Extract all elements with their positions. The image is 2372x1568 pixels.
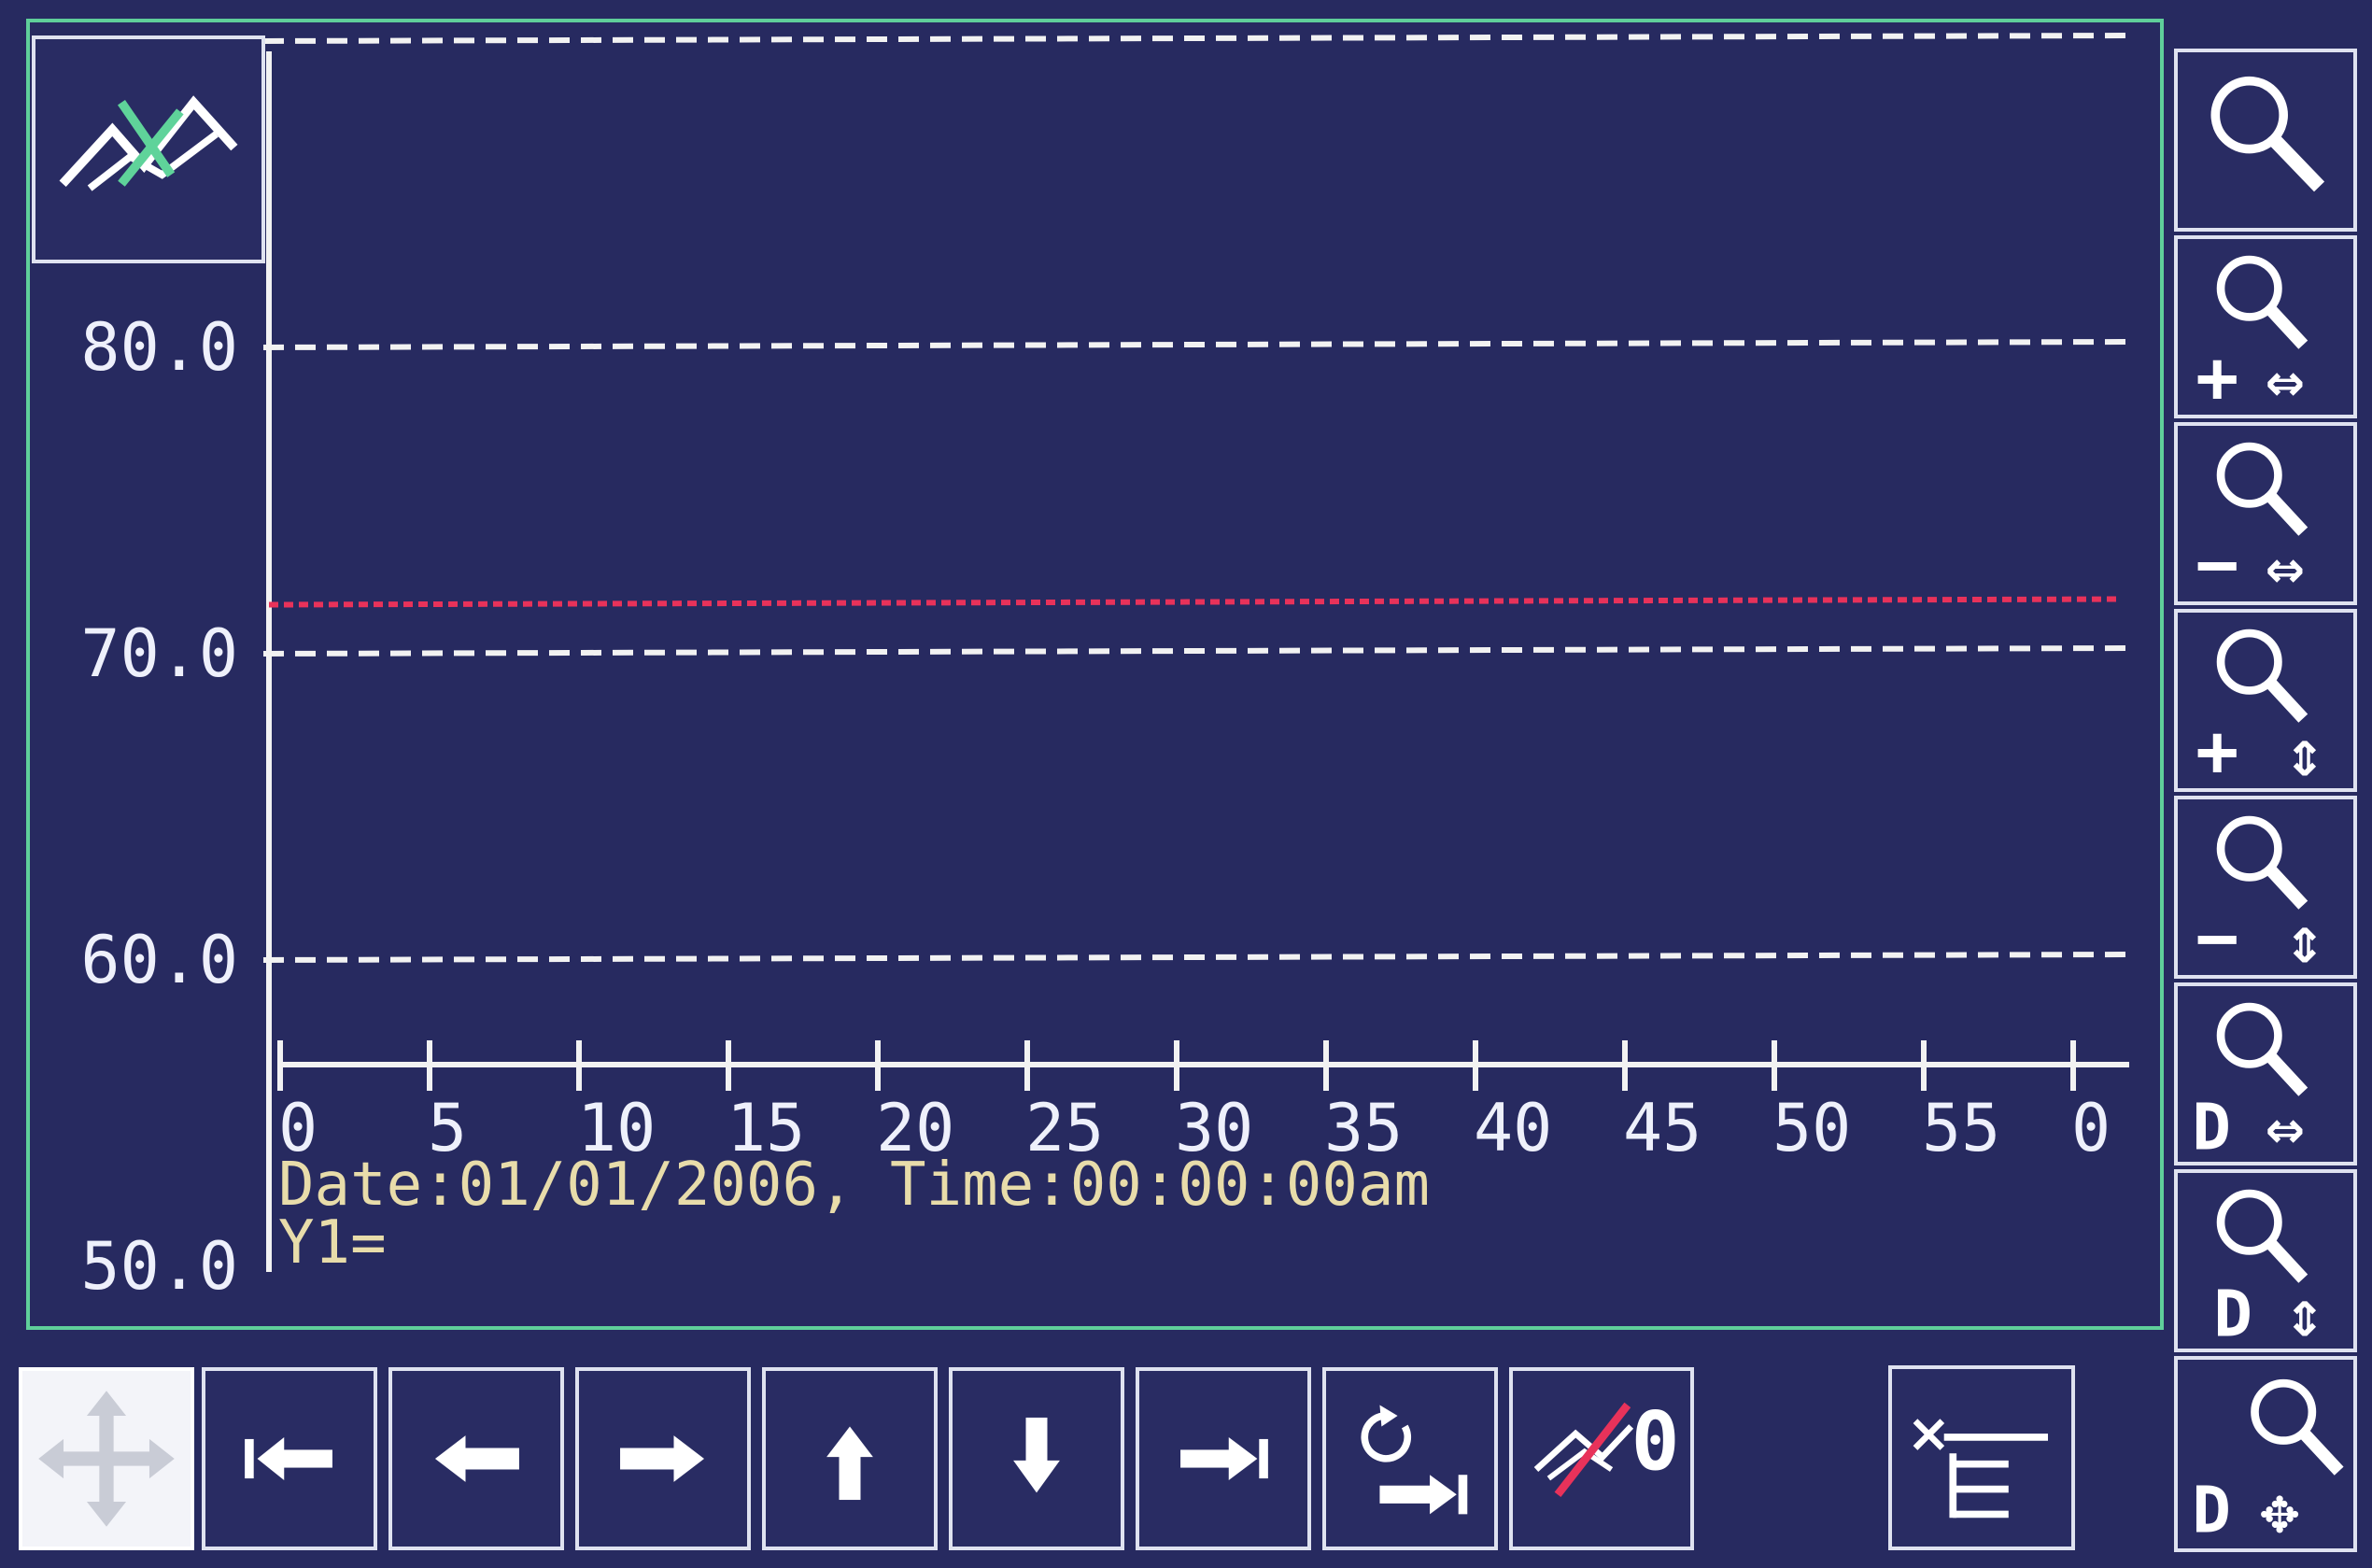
reset-to-end-icon <box>1361 1405 1468 1515</box>
cursor-select-icon <box>1913 1419 2049 1519</box>
default-zoom-vertical-icon: D ⇕ <box>2213 1189 2324 1349</box>
up-arrow-icon <box>826 1426 873 1501</box>
y-tick-label: 50.0 <box>80 1228 238 1305</box>
svg-text:⇔: ⇔ <box>2266 1091 2305 1162</box>
zoom-out-vertical-button[interactable]: − ⇕ <box>2174 796 2357 979</box>
svg-text:⇕: ⇕ <box>2285 904 2324 975</box>
zoom-in-horizontal-icon: + ⇔ <box>2196 255 2308 415</box>
svg-text:⇕: ⇕ <box>2285 717 2324 788</box>
svg-text:0: 0 <box>1631 1396 1680 1490</box>
svg-text:D: D <box>2192 1091 2231 1162</box>
last-icon <box>1180 1437 1268 1480</box>
clear-trend-button[interactable]: 0 <box>1509 1367 1694 1550</box>
x-tick-label: 40 <box>1474 1090 1552 1166</box>
zoom-out-vertical-icon: − ⇕ <box>2196 815 2324 975</box>
svg-text:⇔: ⇔ <box>2266 530 2305 601</box>
gridlines <box>262 33 2128 963</box>
pan-icon <box>38 1391 175 1527</box>
x-axis-ticks: 0 5 10 15 20 25 30 35 40 45 50 55 0 <box>277 1040 2111 1166</box>
svg-text:+: + <box>2196 337 2238 415</box>
down-arrow-icon <box>1013 1417 1060 1493</box>
default-zoom-vertical-button[interactable]: D ⇕ <box>2174 1169 2357 1352</box>
x-tick-label: 0 <box>2071 1090 2111 1166</box>
pan-button[interactable] <box>19 1367 194 1550</box>
left-arrow-icon <box>434 1435 519 1482</box>
right-arrow-icon <box>620 1435 705 1482</box>
zoom-out-horizontal-button[interactable]: − ⇔ <box>2174 422 2357 605</box>
x-tick-label: 45 <box>1623 1090 1701 1166</box>
svg-text:D: D <box>2192 1473 2231 1547</box>
y-axis-ticks: 80.0 70.0 60.0 50.0 <box>80 309 238 1305</box>
svg-text:D: D <box>2213 1278 2252 1349</box>
cursor-select-button[interactable] <box>1888 1365 2075 1550</box>
svg-text:✥: ✥ <box>2260 1473 2299 1547</box>
zoom-in-vertical-button[interactable]: + ⇕ <box>2174 609 2357 792</box>
svg-text:−: − <box>2196 897 2238 975</box>
default-zoom-both-icon: D ✥ <box>2192 1378 2344 1547</box>
left-button[interactable] <box>388 1367 564 1550</box>
trend-display-icon <box>59 95 238 191</box>
clear-trend-icon: 0 <box>1533 1396 1680 1498</box>
gridline <box>262 645 2128 657</box>
svg-text:−: − <box>2196 524 2238 601</box>
datetime-readout: Date:01/01/2006, Time:00:00:00am <box>278 1151 1430 1220</box>
reset-to-end-button[interactable] <box>1322 1367 1498 1550</box>
zoom-in-horizontal-button[interactable]: + ⇔ <box>2174 235 2357 418</box>
svg-text:⇕: ⇕ <box>2285 1278 2324 1349</box>
x-tick-label: 55 <box>1922 1090 2000 1166</box>
cursor-value-readout: Y1= <box>278 1208 387 1278</box>
trend-screen: 80.0 70.0 60.0 50.0 0 5 10 15 20 25 30 35 40 45 50 55 0… <box>0 0 2372 1568</box>
setpoint-line-group <box>268 596 2121 608</box>
zoom-in-vertical-icon: + ⇕ <box>2196 629 2324 788</box>
right-button[interactable] <box>575 1367 751 1550</box>
zoom-icon <box>2210 76 2325 192</box>
first-button[interactable] <box>202 1367 377 1550</box>
default-zoom-horizontal-button[interactable]: D ⇔ <box>2174 982 2357 1165</box>
gridline <box>262 339 2128 350</box>
svg-text:+: + <box>2196 711 2238 788</box>
trend-display-button[interactable] <box>32 35 265 263</box>
setpoint-line <box>268 596 2121 608</box>
gridline <box>262 33 2128 44</box>
gridline <box>262 952 2128 963</box>
trend-chart: 80.070.060.050.0 0 5 10 15 20 25 30 35 40 45 50 55 0… <box>26 19 2164 1330</box>
default-zoom-horizontal-icon: D ⇔ <box>2192 1002 2308 1162</box>
svg-text:⇔: ⇔ <box>2266 344 2305 415</box>
first-icon <box>245 1437 332 1480</box>
y-tick-label: 70.0 <box>80 615 238 692</box>
y-tick-label: 80.0 <box>80 309 238 386</box>
zoom-button[interactable] <box>2174 49 2357 232</box>
y-tick-label: 60.0 <box>80 922 238 998</box>
down-button[interactable] <box>949 1367 1124 1550</box>
last-button[interactable] <box>1136 1367 1311 1550</box>
up-button[interactable] <box>762 1367 938 1550</box>
zoom-out-horizontal-icon: − ⇔ <box>2196 442 2308 601</box>
x-tick-label: 50 <box>1772 1090 1851 1166</box>
default-zoom-both-button[interactable]: D ✥ <box>2174 1356 2357 1552</box>
